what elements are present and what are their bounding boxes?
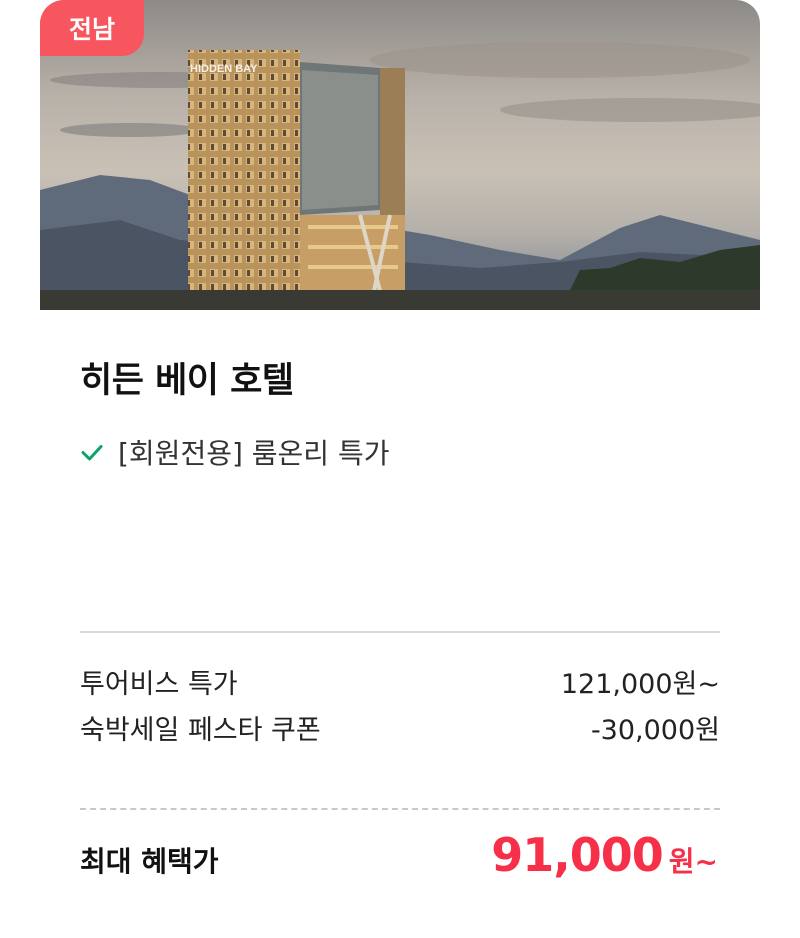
divider [80, 631, 720, 633]
region-badge: 전남 [40, 0, 144, 56]
hotel-card[interactable]: HIDDEN BAY 전남 히든 베이 호텔 [회원전용] 룸온리 특가 투어비… [0, 0, 800, 938]
hotel-photo-illustration: HIDDEN BAY [40, 42, 760, 310]
coupon-value: -30,000원 [590, 715, 720, 746]
price-row-tourvis: 투어비스 특가 121,000원~ [80, 662, 720, 701]
price-row-coupon: 숙박세일 페스타 쿠폰 -30,000원 [80, 708, 720, 747]
price-row-value: 121,000원~ [560, 669, 720, 700]
benefit-text: [회원전용] 룸온리 특가 [118, 437, 390, 470]
hotel-sign-text: HIDDEN BAY [190, 63, 258, 75]
check-icon [81, 445, 103, 461]
dashed-divider [80, 808, 720, 810]
final-price-unit: 원~ [668, 845, 718, 878]
hotel-name[interactable]: 히든 베이 호텔 [80, 352, 294, 403]
price-row-label: 투어비스 특가 [80, 669, 238, 700]
final-price: 91,000 원~ [491, 828, 718, 882]
hotel-photo[interactable]: HIDDEN BAY [40, 0, 760, 310]
final-price-label: 최대 혜택가 [80, 845, 219, 878]
coupon-label: 숙박세일 페스타 쿠폰 [80, 715, 321, 746]
final-price-amount: 91,000 [491, 828, 664, 882]
benefit-item: [회원전용] 룸온리 특가 [80, 432, 390, 472]
